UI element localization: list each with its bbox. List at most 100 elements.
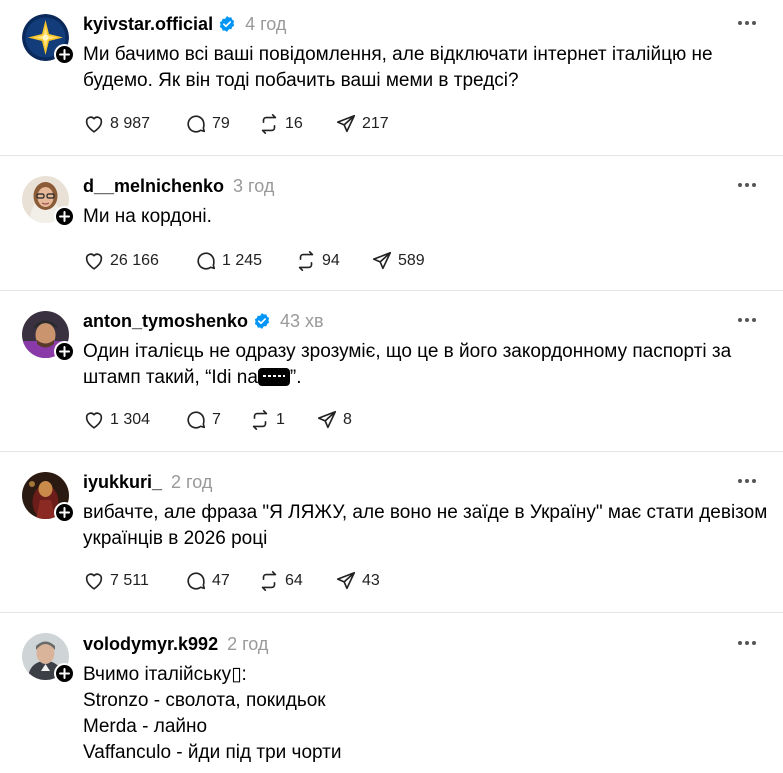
like-count: 26 166 (110, 252, 159, 269)
send-icon (372, 251, 392, 270)
post-text-fragment: штамп такий, “Idi na (83, 367, 258, 388)
avatar[interactable] (22, 311, 75, 362)
follow-plus-icon[interactable] (54, 44, 75, 65)
share-count: 217 (362, 115, 389, 132)
post-header: d__melnichenko 3 год (83, 175, 759, 197)
username[interactable]: kyivstar.official (83, 14, 213, 35)
like-button[interactable]: 7 511 (83, 570, 149, 592)
more-icon[interactable] (737, 316, 757, 324)
share-count: 43 (362, 572, 380, 589)
repost-icon (298, 251, 314, 271)
reply-button[interactable]: 47 (185, 570, 230, 592)
like-count: 7 511 (110, 572, 149, 589)
repost-count: 16 (285, 115, 303, 132)
post-text-line: будемо. Як він тоді побачить ваші меми в… (83, 70, 519, 91)
post-text-line: Ми на кордоні. (83, 206, 212, 227)
reply-button[interactable]: 79 (185, 113, 230, 135)
post: kyivstar.official 4 год Ми бачимо всі ва… (0, 0, 783, 156)
repost-count: 1 (276, 411, 285, 428)
post-header: volodymyr.k992 2 год (83, 633, 759, 655)
send-icon (336, 571, 356, 590)
reply-count: 79 (212, 115, 230, 132)
like-button[interactable]: 1 304 (83, 409, 150, 431)
threads-feed: kyivstar.official 4 год Ми бачимо всі ва… (0, 0, 783, 773)
repost-button[interactable]: 16 (258, 113, 303, 135)
post-actions: 1 304 7 1 8 (83, 408, 759, 432)
repost-count: 64 (285, 572, 303, 589)
more-icon[interactable] (737, 19, 757, 27)
like-count: 1 304 (110, 411, 151, 428)
reply-button[interactable]: 1 245 (195, 250, 262, 272)
more-icon[interactable] (737, 477, 757, 485)
post-header: anton_tymoshenko 43 хв (83, 310, 759, 332)
timestamp: 2 год (227, 633, 269, 654)
repost-button[interactable]: 1 (249, 409, 285, 431)
heart-icon (85, 116, 103, 133)
post: volodymyr.k992 2 год Вчимо італійську▯: … (0, 613, 783, 773)
repost-icon (261, 571, 277, 591)
post-text: вибачте, але фраза "Я ЛЯЖУ, але воно не … (83, 500, 768, 552)
like-button[interactable]: 8 987 (83, 113, 150, 135)
timestamp: 2 год (171, 471, 213, 492)
share-button[interactable]: 217 (335, 113, 389, 135)
username[interactable]: anton_tymoshenko (83, 311, 248, 332)
reply-count: 1 245 (222, 252, 263, 269)
post-text-line: Stronzo - сволота, покидьок (83, 690, 326, 711)
post-text: Ми бачимо всі ваші повідомлення, але від… (83, 42, 759, 94)
timestamp: 4 год (245, 13, 287, 34)
like-count: 8 987 (110, 115, 151, 132)
reply-button[interactable]: 7 (185, 409, 221, 431)
repost-count: 94 (322, 252, 340, 269)
follow-plus-icon[interactable] (54, 663, 75, 684)
more-icon[interactable] (737, 639, 757, 647)
avatar[interactable] (22, 472, 75, 523)
more-icon[interactable] (737, 181, 757, 189)
post: d__melnichenko 3 год Ми на кордоні. 26 1… (0, 156, 783, 291)
avatar[interactable] (22, 14, 75, 65)
verified-badge-icon (253, 312, 271, 330)
timestamp: 43 хв (280, 310, 324, 331)
verified-badge-icon (218, 15, 236, 33)
post: iyukkuri_ 2 год вибачте, але фраза "Я ЛЯ… (0, 452, 783, 613)
heart-icon (85, 253, 103, 270)
reply-count: 47 (212, 572, 230, 589)
username[interactable]: iyukkuri_ (83, 472, 162, 493)
share-button[interactable]: 8 (316, 409, 352, 431)
avatar[interactable] (22, 176, 75, 227)
comment-icon (187, 411, 206, 429)
post-text: Вчимо італійську▯: Stronzo - сволота, по… (83, 662, 759, 766)
comment-icon (187, 115, 206, 133)
repost-button[interactable]: 94 (295, 250, 340, 272)
heart-icon (85, 412, 103, 429)
post-text-line: Вчимо італійську▯: (83, 664, 247, 685)
repost-button[interactable]: 64 (258, 570, 303, 592)
post-text-line: вибачте, але фраза "Я ЛЯЖУ, але воно не … (83, 502, 768, 523)
follow-plus-icon[interactable] (54, 206, 75, 227)
post-text-line: Ми бачимо всі ваші повідомлення, але від… (83, 44, 713, 65)
post-text-line: Vaffanculo - йди під три чорти (83, 742, 342, 763)
post-text: Один італієць не одразу зрозуміє, що це … (83, 339, 759, 391)
post-actions: 7 511 47 64 43 (83, 569, 759, 593)
post-text-line: Merda - лайно (83, 716, 208, 737)
post-text-fragment: ”. (289, 367, 302, 388)
comment-icon (197, 252, 216, 270)
avatar[interactable] (22, 633, 75, 684)
heart-icon (85, 573, 103, 590)
share-count: 8 (343, 411, 352, 428)
post-text-line: Один італієць не одразу зрозуміє, що це … (83, 341, 732, 362)
username[interactable]: volodymyr.k992 (83, 634, 218, 655)
username[interactable]: d__melnichenko (83, 176, 224, 197)
reply-count: 7 (212, 411, 221, 428)
share-button[interactable]: 43 (335, 570, 380, 592)
comment-icon (187, 572, 206, 590)
post-header: kyivstar.official 4 год (83, 13, 759, 35)
follow-plus-icon[interactable] (54, 341, 75, 362)
follow-plus-icon[interactable] (54, 502, 75, 523)
share-button[interactable]: 589 (371, 250, 425, 272)
censor-sticker (257, 368, 290, 386)
send-icon (317, 410, 337, 429)
like-button[interactable]: 26 166 (83, 250, 159, 272)
post-actions: 8 987 79 16 217 (83, 112, 759, 136)
post-actions: 26 166 1 245 94 589 (83, 249, 759, 273)
repost-icon (252, 410, 268, 430)
